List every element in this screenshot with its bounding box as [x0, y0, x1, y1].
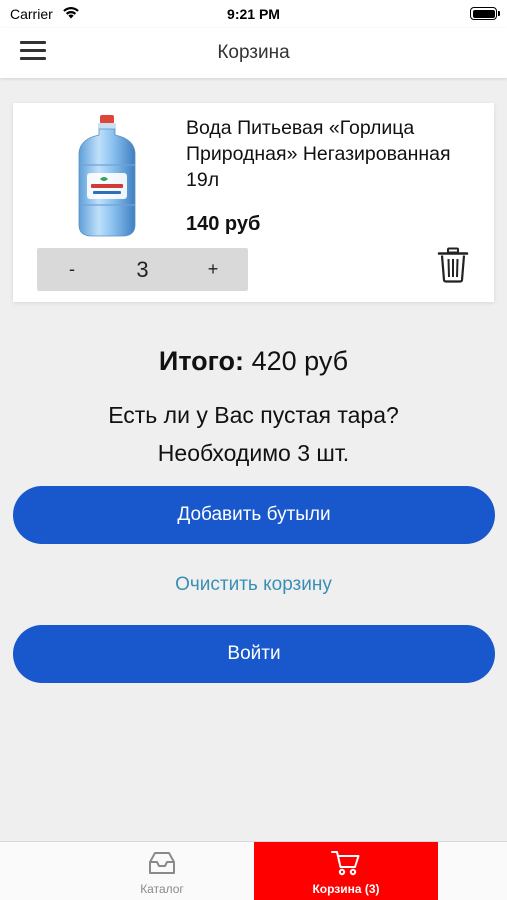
cart-icon — [331, 851, 360, 876]
water-bottle-image — [78, 115, 136, 237]
total-label: Итого: — [158, 346, 245, 376]
quantity-stepper: - 3 + — [37, 248, 248, 291]
tab-catalog-label: Каталог — [140, 882, 184, 896]
tab-bar: Каталог Корзина (3) — [0, 841, 507, 900]
tab-catalog[interactable]: Каталог — [70, 842, 254, 900]
navigation-bar: Корзина — [0, 28, 507, 78]
trash-icon[interactable] — [437, 247, 469, 283]
tab-cart[interactable]: Корзина (3) — [254, 842, 438, 900]
decrease-quantity-button[interactable]: - — [37, 248, 107, 291]
inbox-icon — [149, 852, 175, 874]
increase-quantity-button[interactable]: + — [178, 248, 248, 291]
battery-icon — [470, 7, 500, 20]
page-title: Корзина — [217, 42, 290, 63]
containers-needed: Необходимо 3 шт. — [157, 440, 350, 466]
status-time: 9:21 PM — [227, 6, 280, 22]
empty-containers-question: Есть ли у Вас пустая тара? — [108, 402, 399, 428]
add-bottles-button[interactable]: Добавить бутыли — [13, 486, 495, 544]
cart-item-card: Вода Питьевая «Горлица Природная» Негази… — [13, 103, 494, 302]
clear-cart-link[interactable]: Очистить корзину — [0, 574, 507, 596]
total-value: 420 руб — [251, 346, 349, 376]
product-name: Вода Питьевая «Горлица Природная» Негази… — [186, 117, 451, 191]
product-price: 140 руб — [186, 213, 261, 235]
tab-cart-label: Корзина (3) — [312, 882, 380, 896]
quantity-value: 3 — [136, 257, 149, 282]
order-total: Итого: 420 руб — [0, 346, 507, 377]
login-button[interactable]: Войти — [13, 625, 495, 683]
status-bar: Carrier 9:21 PM — [0, 0, 507, 28]
